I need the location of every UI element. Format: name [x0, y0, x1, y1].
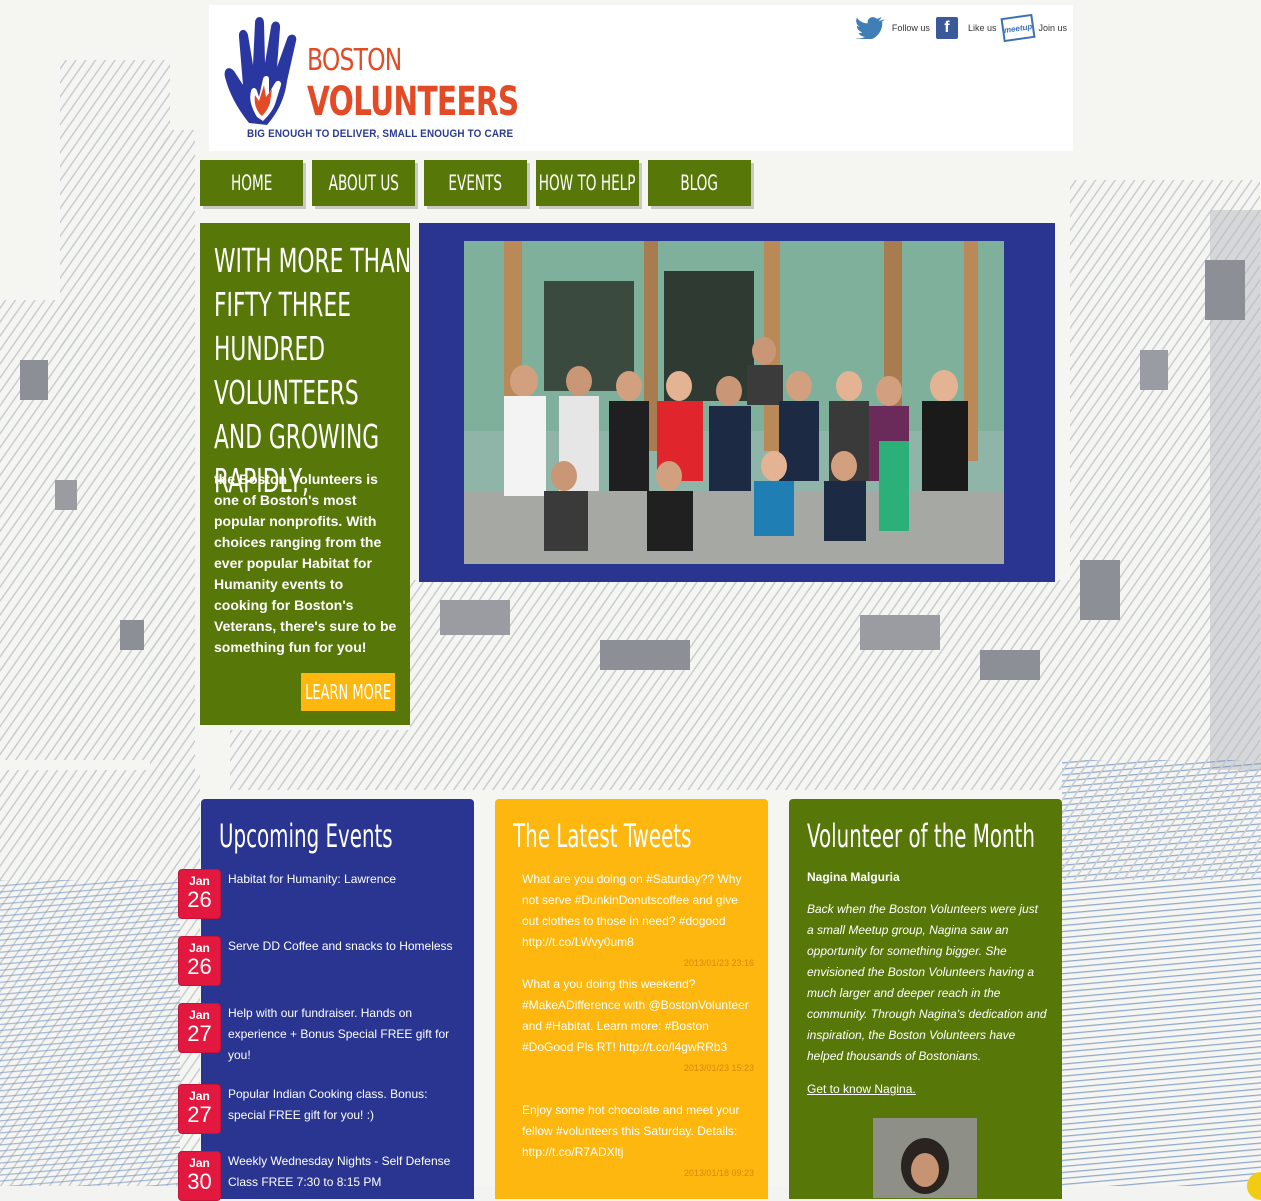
tweet-time: 2013/01/23 23:16 — [683, 958, 754, 968]
volunteer-name: Nagina Malguria — [807, 870, 900, 884]
event-month: Jan — [189, 1008, 210, 1022]
social-links: Follow us f Like us meetup Join us — [855, 13, 1073, 43]
hero-photo — [464, 241, 1004, 564]
logo-name-line2: VOLUNTEERS — [307, 79, 519, 125]
event-day: 30 — [187, 1169, 212, 1194]
volunteer-story: Back when the Boston Volunteers were jus… — [807, 902, 1047, 1063]
events-title: Upcoming Events — [219, 817, 393, 855]
event-day: 27 — [187, 1102, 212, 1127]
nav-blog-label: BLOG — [680, 171, 719, 195]
meetup-icon[interactable]: meetup — [1000, 13, 1036, 43]
facebook-icon[interactable]: f — [935, 17, 958, 39]
get-to-know-link[interactable]: Get to know Nagina. — [807, 1082, 916, 1096]
votm-title: Volunteer of the Month — [807, 817, 1035, 855]
event-date-badge: Jan 27 — [178, 1003, 221, 1053]
tweet-text[interactable]: Enjoy some hot chocolate and meet your f… — [522, 1103, 739, 1159]
event-date-badge: Jan 30 — [178, 1151, 221, 1201]
tweet-text[interactable]: What a you doing this weekend? #MakeADif… — [522, 977, 749, 1054]
event-day: 26 — [187, 954, 212, 979]
nav-events[interactable]: EVENTS — [424, 160, 527, 206]
tweets-title: The Latest Tweets — [513, 817, 692, 855]
tweet-text[interactable]: What are you doing on #Saturday?? Why no… — [522, 872, 741, 949]
event-title[interactable]: Serve DD Coffee and snacks to Homeless — [228, 936, 463, 957]
volunteer-of-month-panel: Volunteer of the Month Nagina Malguria B… — [789, 799, 1062, 1199]
twitter-label[interactable]: Follow us — [892, 23, 930, 33]
nav-home[interactable]: HOME — [200, 160, 303, 206]
hand-logo-icon — [224, 17, 297, 125]
logo-name-line1: BOSTON — [307, 43, 402, 78]
volunteer-photo — [873, 1118, 977, 1198]
main-nav: HOME ABOUT US EVENTS HOW TO HELP BLOG — [200, 160, 760, 206]
tweet-time: 2013/01/18 09:23 — [683, 1168, 754, 1178]
nav-how-to-help-label: HOW TO HELP — [539, 171, 636, 195]
event-day: 26 — [187, 887, 212, 912]
event-title[interactable]: Popular Indian Cooking class. Bonus: spe… — [228, 1084, 463, 1126]
twitter-icon[interactable] — [855, 16, 888, 40]
event-title[interactable]: Habitat for Humanity: Lawrence — [228, 869, 463, 890]
event-date-badge: Jan 27 — [178, 1084, 221, 1134]
logo[interactable]: BOSTON VOLUNTEERS BIG ENOUGH TO DELIVER,… — [219, 13, 519, 145]
event-month: Jan — [189, 1156, 210, 1170]
tweet-item[interactable]: Enjoy some hot chocolate and meet your f… — [522, 1100, 754, 1179]
nav-events-label: EVENTS — [448, 171, 503, 195]
nav-about-us[interactable]: ABOUT US — [312, 160, 415, 206]
nav-about-us-label: ABOUT US — [328, 171, 399, 195]
nav-blog[interactable]: BLOG — [648, 160, 751, 206]
promo-box: With more than fifty three hundred volun… — [200, 223, 412, 725]
learn-more-button[interactable]: LEARN MORE — [301, 673, 395, 711]
event-date-badge: Jan 26 — [178, 936, 221, 986]
tweet-item[interactable]: What are you doing on #Saturday?? Why no… — [522, 869, 754, 969]
event-date-badge: Jan 26 — [178, 869, 221, 919]
tweet-item[interactable]: What a you doing this weekend? #MakeADif… — [522, 974, 754, 1074]
facebook-label[interactable]: Like us — [968, 23, 997, 33]
site-header: BOSTON VOLUNTEERS BIG ENOUGH TO DELIVER,… — [209, 5, 1073, 151]
meetup-label[interactable]: Join us — [1038, 23, 1067, 33]
event-title[interactable]: Help with our fundraiser. Hands on exper… — [228, 1003, 463, 1066]
nav-how-to-help[interactable]: HOW TO HELP — [536, 160, 639, 206]
logo-tagline: BIG ENOUGH TO DELIVER, SMALL ENOUGH TO C… — [247, 128, 514, 140]
event-month: Jan — [189, 874, 210, 888]
promo-headline: With more than fifty three hundred volun… — [214, 241, 412, 500]
hero-frame — [419, 223, 1055, 582]
nav-home-label: HOME — [230, 171, 273, 195]
event-title[interactable]: Weekly Wednesday Nights - Self Defense C… — [228, 1151, 463, 1193]
latest-tweets-panel: The Latest Tweets What are you doing on … — [495, 799, 768, 1199]
event-month: Jan — [189, 941, 210, 955]
promo-body: the Boston Volunteers is one of Boston's… — [214, 471, 397, 655]
upcoming-events-panel: Upcoming Events Jan 26 Habitat for Human… — [178, 799, 474, 1201]
event-day: 27 — [187, 1021, 212, 1046]
tweet-time: 2013/01/23 15:23 — [683, 1063, 754, 1073]
learn-more-label: LEARN MORE — [305, 680, 391, 704]
event-month: Jan — [189, 1089, 210, 1103]
